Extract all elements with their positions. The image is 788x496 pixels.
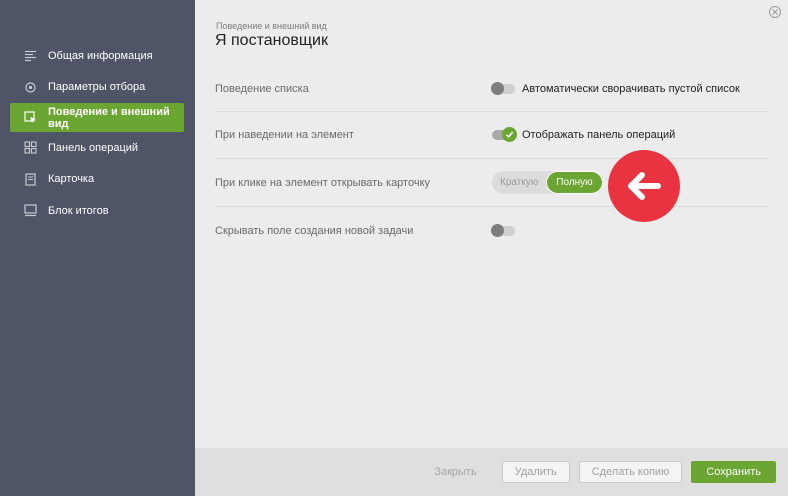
sidebar-item-label: Карточка [48, 173, 95, 185]
close-icon[interactable] [769, 6, 781, 18]
grid-panel-icon [24, 141, 37, 154]
setting-control [491, 224, 522, 237]
sidebar-item-general-info[interactable]: Общая информация [0, 40, 195, 71]
main-panel: Поведение и внешний вид Я постановщик По… [195, 0, 788, 496]
arrow-left-icon [628, 172, 661, 200]
sidebar-item-label: Поведение и внешний вид [48, 105, 170, 130]
page-title: Я постановщик [215, 32, 328, 49]
save-button[interactable]: Сохранить [691, 461, 776, 483]
sidebar-item-operations-panel[interactable]: Панель операций [0, 132, 195, 163]
sidebar-item-label: Панель операций [48, 141, 139, 154]
segment-full[interactable]: Полную [546, 171, 603, 194]
hide-new-task-toggle[interactable] [491, 224, 515, 237]
sidebar: Общая информация Параметры отбора Поведе… [0, 0, 195, 496]
setting-row-click-open-card: При клике на элемент открывать карточку … [215, 159, 768, 207]
sidebar-item-label: Блок итогов [48, 204, 109, 217]
check-icon [502, 127, 517, 142]
sidebar-item-card[interactable]: Карточка [0, 164, 195, 195]
toggle-label: Отображать панель операций [522, 129, 676, 141]
show-operations-panel-toggle[interactable] [492, 127, 517, 142]
sidebar-item-summary-block[interactable]: Блок итогов [0, 195, 195, 226]
sidebar-item-filter-params[interactable]: Параметры отбора [0, 72, 195, 103]
setting-label: Поведение списка [215, 82, 309, 95]
setting-control: Отображать панель операций [492, 127, 676, 142]
toggle-knob [491, 224, 504, 237]
breadcrumb: Поведение и внешний вид [216, 21, 327, 31]
sidebar-item-label: Общая информация [48, 49, 153, 62]
list-lines-icon [24, 49, 37, 62]
setting-label: При наведении на элемент [215, 129, 354, 141]
toggle-knob [491, 81, 504, 95]
sidebar-item-label: Параметры отбора [48, 81, 146, 93]
setting-control: Краткую Полную [492, 171, 603, 194]
card-icon [24, 172, 37, 186]
setting-row-list-behavior: Поведение списка Автоматически сворачива… [215, 66, 768, 112]
gear-icon [24, 81, 37, 94]
auto-collapse-toggle[interactable] [491, 81, 515, 95]
setting-label: При клике на элемент открывать карточку [215, 176, 431, 189]
delete-button[interactable]: Удалить [501, 461, 570, 483]
copy-button[interactable]: Сделать копию [578, 461, 683, 483]
setting-control: Автоматически сворачивать пустой список [491, 81, 740, 95]
setting-row-hover: При наведении на элемент Отображать пане… [215, 112, 768, 159]
sidebar-nav: Общая информация Параметры отбора Поведе… [0, 40, 195, 226]
summary-block-icon [24, 204, 37, 217]
sidebar-item-behavior-appearance[interactable]: Поведение и внешний вид [10, 103, 184, 132]
cursor-window-icon [24, 111, 37, 124]
footer-actions: Закрыть Удалить Сделать копию Сохранить [195, 448, 788, 496]
setting-row-hide-new-task: Скрывать поле создания новой задачи [215, 207, 768, 255]
segment-brief[interactable]: Краткую [492, 171, 546, 194]
toggle-label: Автоматически сворачивать пустой список [522, 82, 740, 95]
close-button[interactable]: Закрыть [422, 461, 488, 483]
setting-label: Скрывать поле создания новой задачи [215, 225, 414, 237]
highlight-arrow-badge [608, 150, 680, 222]
card-mode-segmented: Краткую Полную [492, 171, 603, 194]
